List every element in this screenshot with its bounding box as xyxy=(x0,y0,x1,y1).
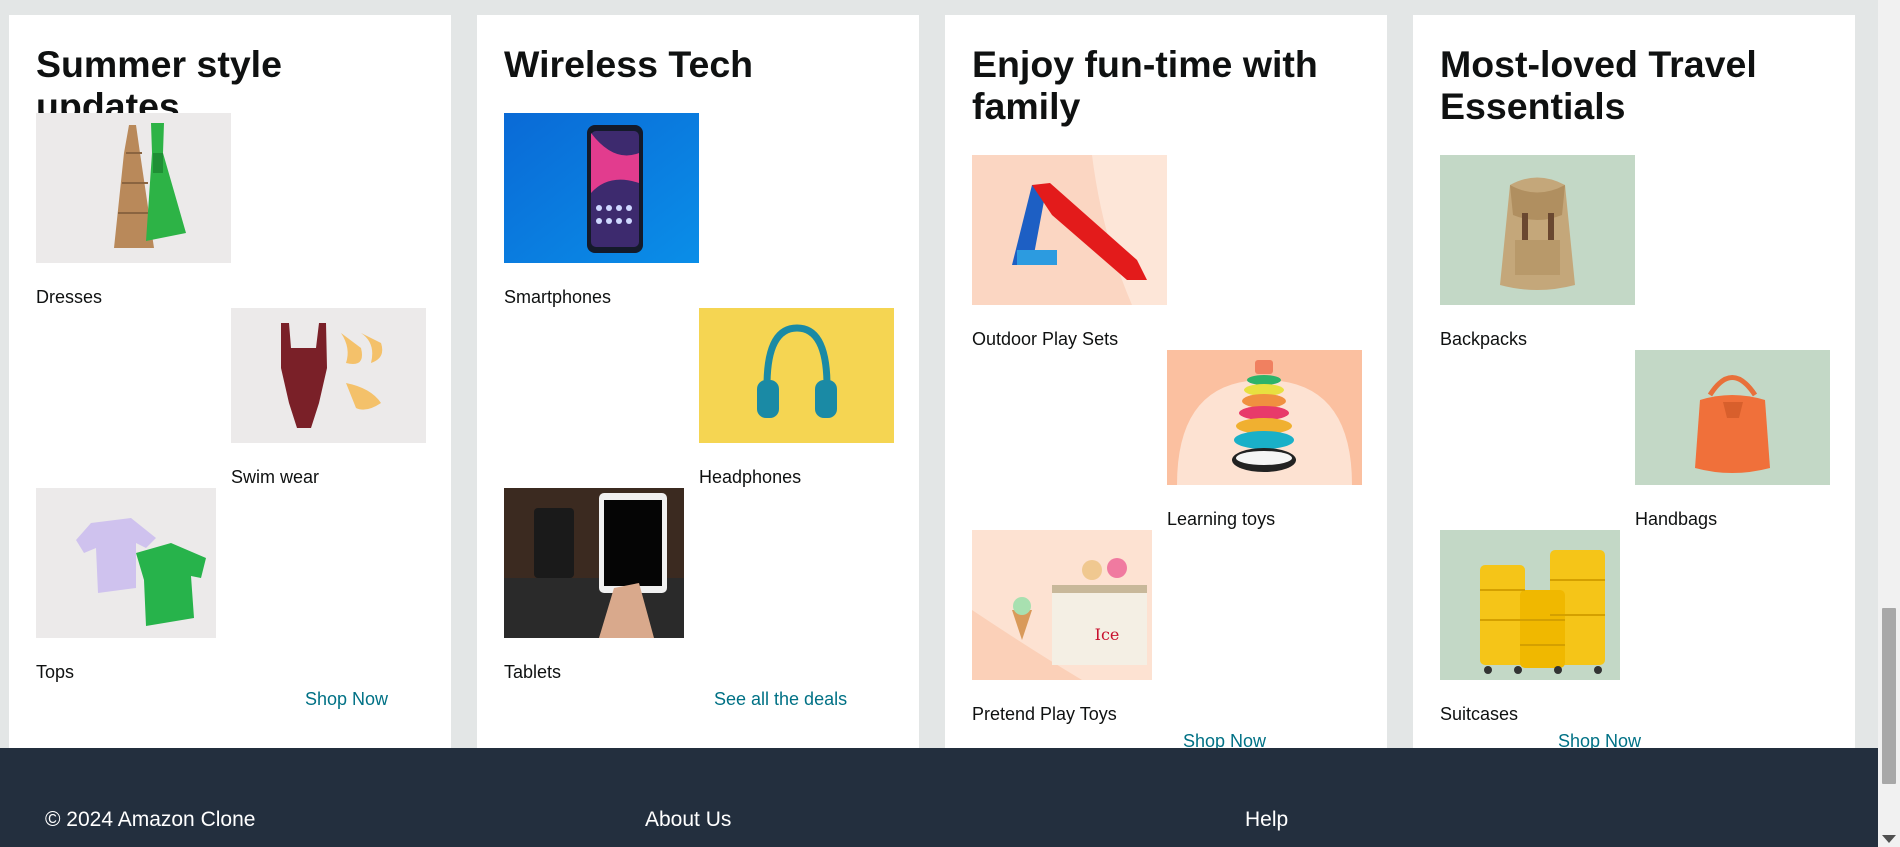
footer: © 2024 Amazon Clone About Us Help xyxy=(0,748,1878,847)
tile-learning-toys[interactable]: Learning toys xyxy=(1167,350,1362,529)
backpack-image[interactable] xyxy=(1440,155,1635,305)
vertical-scrollbar[interactable] xyxy=(1878,0,1900,847)
tile-backpacks[interactable]: Backpacks xyxy=(1440,155,1635,349)
svg-text:Ice: Ice xyxy=(1095,625,1120,644)
card-title: Wireless Tech xyxy=(504,43,754,85)
tile-label: Smartphones xyxy=(504,287,612,307)
headphones-image[interactable] xyxy=(699,308,894,443)
ice-cream-counter-image[interactable]: Ice xyxy=(972,530,1152,680)
slide-image[interactable] xyxy=(972,155,1167,305)
scroll-down-arrow-icon[interactable] xyxy=(1882,835,1896,843)
tile-label: Tablets xyxy=(504,662,562,682)
card-wireless-tech: Wireless Tech Smartphones Headphones Tab… xyxy=(477,15,919,748)
tile-label: Suitcases xyxy=(1440,704,1519,724)
tile-label: Headphones xyxy=(699,467,802,487)
card-summer-style: Summer style updates Dresses Swim wear T… xyxy=(9,15,451,748)
card-family-fun: Enjoy fun-time with family Outdoor Play … xyxy=(945,15,1387,751)
tile-label: Tops xyxy=(36,662,75,682)
smartphone-image[interactable] xyxy=(504,113,699,263)
swimwear-image[interactable] xyxy=(231,308,426,443)
tile-tablets[interactable]: Tablets xyxy=(504,488,699,682)
tile-label: Dresses xyxy=(36,287,103,307)
footer-copyright: © 2024 Amazon Clone xyxy=(45,808,256,831)
suitcase-image[interactable] xyxy=(1440,530,1620,680)
tile-suitcases[interactable]: Suitcases xyxy=(1440,530,1635,724)
footer-about-link[interactable]: About Us xyxy=(645,808,731,832)
tile-swimwear[interactable]: Swim wear xyxy=(231,308,426,487)
card-grid: Summer style updates Dresses Swim wear T… xyxy=(9,15,1855,751)
card-title: Enjoy fun-time with family xyxy=(972,43,1318,127)
dresses-image[interactable] xyxy=(36,113,231,263)
tile-dresses[interactable]: Dresses xyxy=(36,113,231,307)
tile-label: Learning toys xyxy=(1167,509,1276,529)
tile-handbags[interactable]: Handbags xyxy=(1635,350,1830,529)
card-title: Most-loved Travel Essentials xyxy=(1440,43,1757,127)
tile-tops[interactable]: Tops xyxy=(36,488,231,682)
tile-smartphones[interactable]: Smartphones xyxy=(504,113,699,307)
card-travel-essentials: Most-loved Travel Essentials Backpacks H… xyxy=(1413,15,1855,751)
tile-pretend-play-toys[interactable]: Ice Pretend Play Toys xyxy=(972,530,1167,724)
tablet-image[interactable] xyxy=(504,488,684,638)
tile-label: Swim wear xyxy=(231,467,320,487)
tile-label: Outdoor Play Sets xyxy=(972,329,1119,349)
stacking-rings-image[interactable] xyxy=(1167,350,1362,485)
scrollbar-thumb[interactable] xyxy=(1882,608,1896,784)
tile-label: Pretend Play Toys xyxy=(972,704,1117,724)
tile-outdoor-play-sets[interactable]: Outdoor Play Sets xyxy=(972,155,1167,349)
handbag-image[interactable] xyxy=(1635,350,1830,485)
footer-help-link[interactable]: Help xyxy=(1245,808,1288,832)
tile-label: Backpacks xyxy=(1440,329,1528,349)
shop-now-link[interactable]: Shop Now xyxy=(305,689,388,710)
tops-image[interactable] xyxy=(36,488,216,638)
tile-label: Handbags xyxy=(1635,509,1718,529)
tile-headphones[interactable]: Headphones xyxy=(699,308,894,487)
see-all-deals-link[interactable]: See all the deals xyxy=(714,689,847,710)
